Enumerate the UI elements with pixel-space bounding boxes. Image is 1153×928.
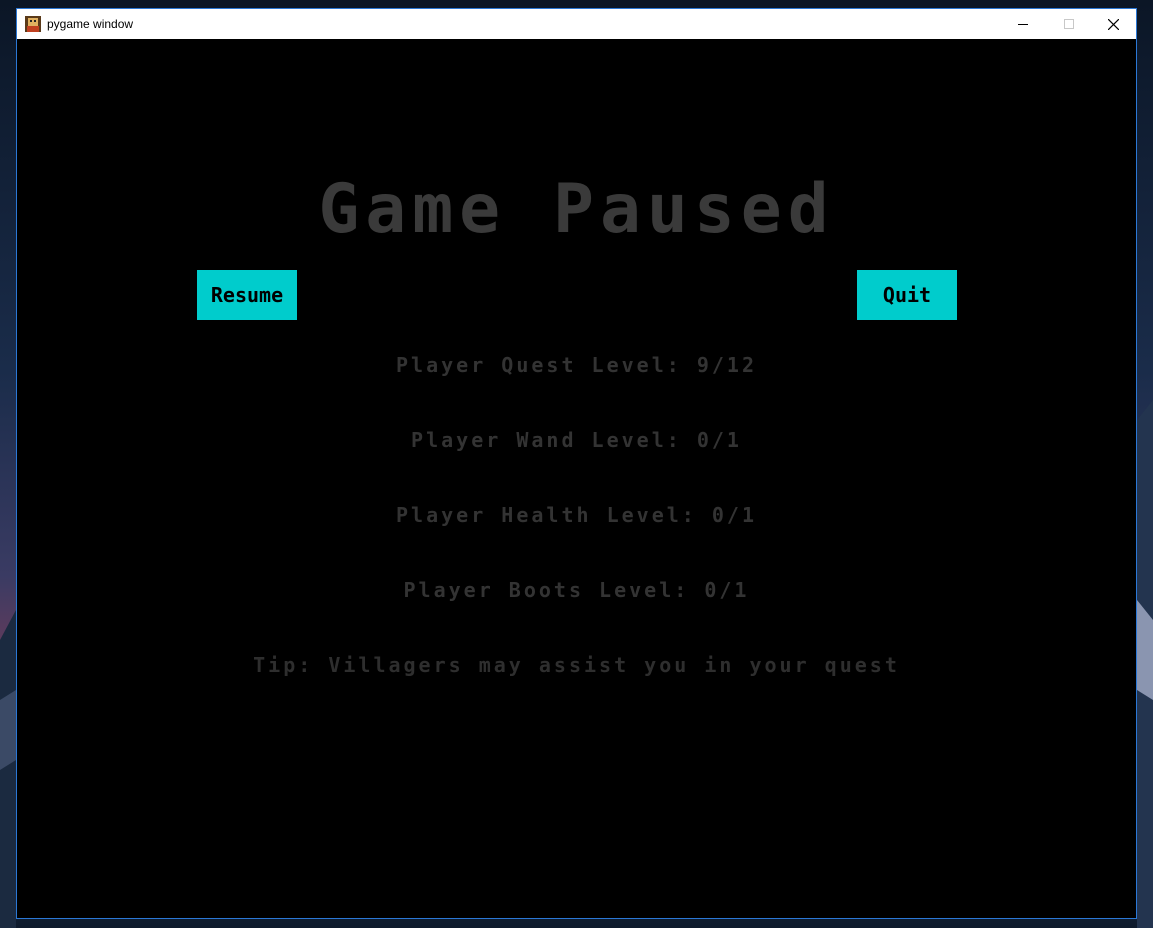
maximize-icon [1064, 19, 1074, 29]
pause-heading: Game Paused [318, 170, 835, 249]
pygame-window: pygame window Game Paused Resume Quit Pl… [16, 8, 1137, 919]
close-button[interactable] [1090, 9, 1136, 39]
minimize-icon [1018, 24, 1028, 25]
quest-level-stat: Player Quest Level: 9/12 [396, 353, 757, 377]
minimize-button[interactable] [1000, 9, 1046, 39]
tip-text: Tip: Villagers may assist you in your qu… [253, 653, 900, 677]
maximize-button[interactable] [1046, 9, 1092, 39]
wand-level-stat: Player Wand Level: 0/1 [411, 428, 742, 452]
pygame-app-icon [25, 16, 41, 32]
window-title: pygame window [47, 17, 134, 31]
quit-button[interactable]: Quit [857, 270, 957, 320]
close-icon [1107, 18, 1119, 30]
boots-level-stat: Player Boots Level: 0/1 [403, 578, 750, 602]
resume-button[interactable]: Resume [197, 270, 297, 320]
health-level-stat: Player Health Level: 0/1 [396, 503, 757, 527]
title-bar[interactable]: pygame window [17, 9, 1136, 39]
game-canvas: Game Paused Resume Quit Player Quest Lev… [17, 39, 1136, 918]
